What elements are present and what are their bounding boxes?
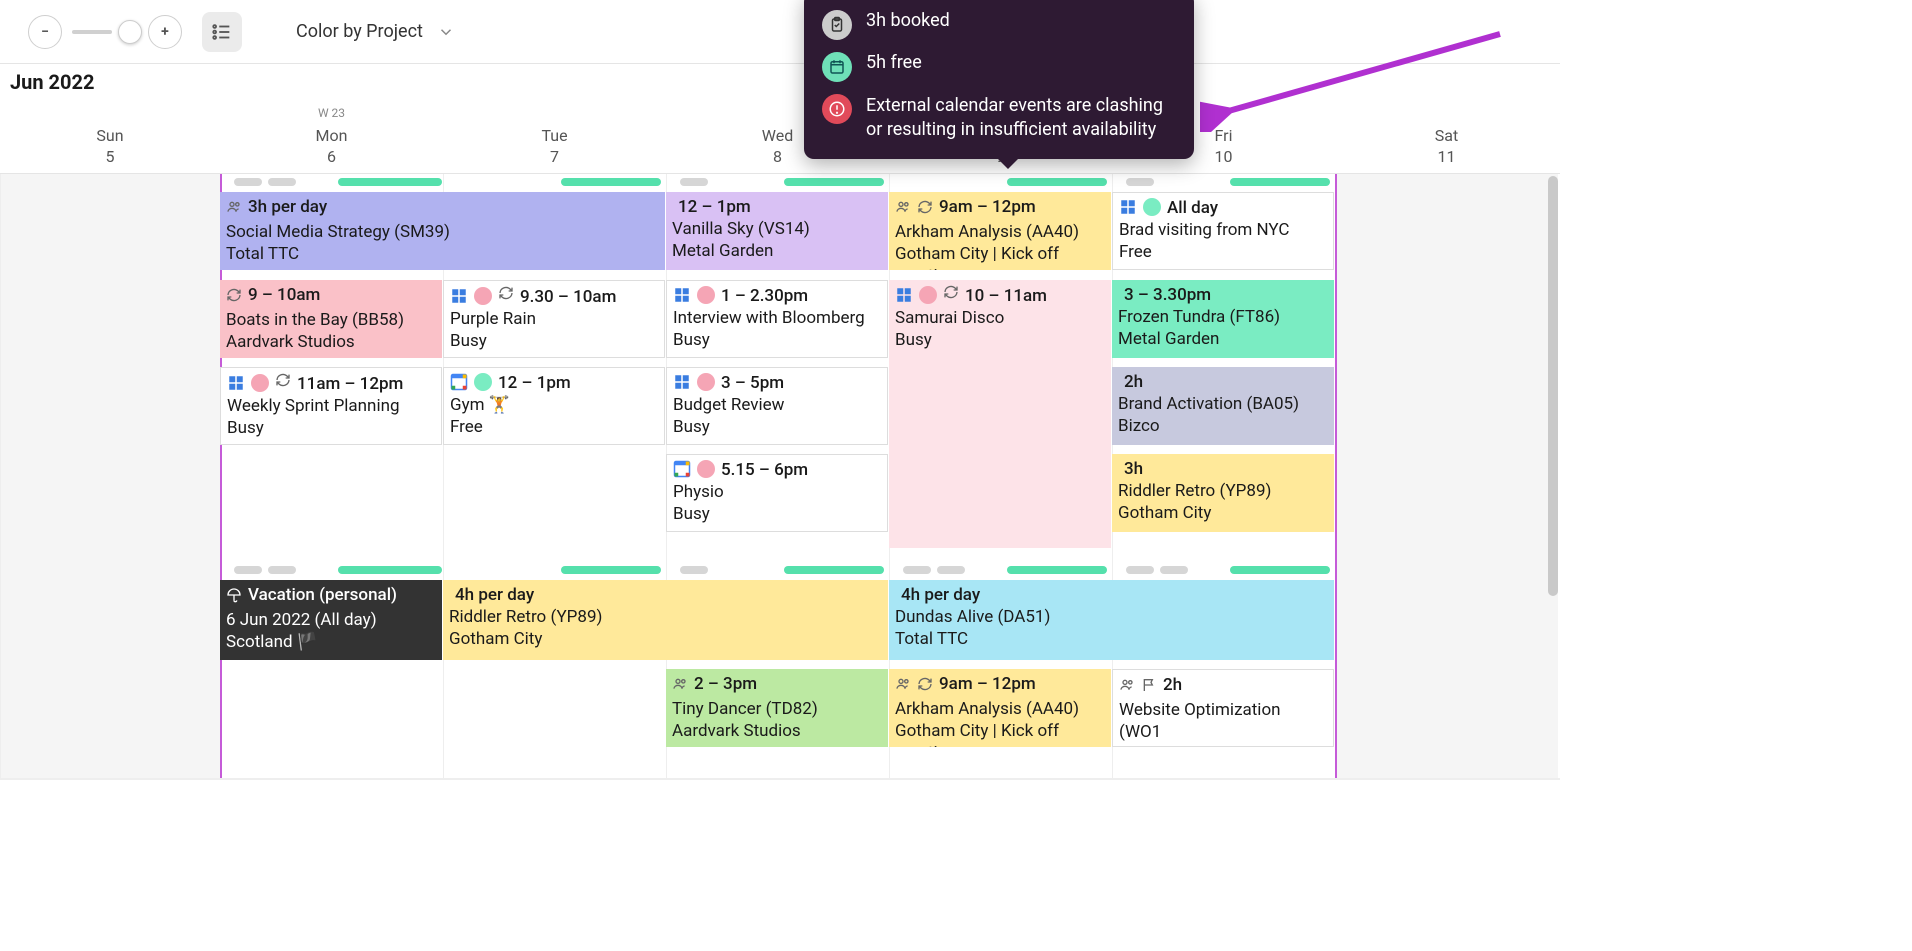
event-td[interactable]: 2 – 3pmTiny Dancer (TD82)Aardvark Studio…	[666, 669, 888, 747]
col-sun[interactable]	[0, 174, 220, 778]
outlook-icon	[1119, 198, 1137, 216]
event-da[interactable]: 4h per dayDundas Alive (DA51)Total TTC	[889, 580, 1334, 660]
event-vacation[interactable]: Vacation (personal)6 Jun 2022 (All day)S…	[220, 580, 442, 660]
calendar-icon	[822, 52, 852, 82]
availability-tooltip: 3h booked 5h free External calendar even…	[804, 0, 1194, 159]
event-pr[interactable]: 9.30 – 10amPurple RainBusy	[443, 280, 665, 358]
avail-bar	[680, 178, 708, 186]
color-by-dropdown[interactable]: Color by Project	[296, 21, 455, 42]
scheduler-app: − + Color by Project Jun 2022 Sun5W 23Mo…	[0, 0, 1560, 780]
clipboard-icon	[822, 10, 852, 40]
repeat-icon	[498, 285, 514, 307]
people-icon	[672, 676, 688, 698]
status-dot	[697, 286, 715, 304]
scrollbar[interactable]	[1548, 176, 1558, 596]
avail-bar	[338, 566, 442, 574]
avail-bar	[903, 566, 931, 574]
chevron-down-icon	[437, 23, 455, 41]
tooltip-warning: External calendar events are clashing or…	[866, 94, 1172, 143]
gcal-icon	[673, 460, 691, 478]
avail-bar	[1007, 566, 1107, 574]
avail-bar	[561, 178, 661, 186]
event-brad[interactable]: All dayBrad visiting from NYCFree	[1112, 192, 1334, 270]
zoom-slider-track[interactable]	[72, 30, 112, 34]
calendar-grid: 3h per daySocial Media Strategy (SM39)To…	[0, 174, 1560, 778]
tooltip-booked: 3h booked	[866, 10, 950, 31]
flag-icon	[1141, 677, 1157, 699]
status-dot	[697, 460, 715, 478]
avail-bar	[338, 178, 442, 186]
alert-icon	[822, 94, 852, 124]
color-by-label: Color by Project	[296, 21, 423, 42]
avail-bar	[268, 178, 296, 186]
event-intv[interactable]: 1 – 2.30pmInterview with BloombergBusy	[666, 280, 888, 358]
repeat-icon	[275, 372, 291, 394]
repeat-icon	[917, 676, 933, 698]
outlook-icon	[673, 373, 691, 391]
zoom-in-button[interactable]: +	[148, 15, 182, 49]
zoom-out-button[interactable]: −	[28, 15, 62, 49]
avail-bar	[680, 566, 708, 574]
event-aa[interactable]: 9am – 12pmArkham Analysis (AA40)Gotham C…	[889, 192, 1111, 270]
gcal-icon	[450, 373, 468, 391]
annotation-arrow	[1200, 22, 1510, 132]
avail-bar	[1126, 178, 1154, 186]
zoom-slider-knob[interactable]	[118, 20, 142, 44]
people-icon	[226, 199, 242, 221]
event-rr-fri[interactable]: 3hRiddler Retro (YP89)Gotham City	[1112, 454, 1334, 532]
status-dot	[1143, 198, 1161, 216]
event-budget[interactable]: 3 – 5pmBudget ReviewBusy	[666, 367, 888, 445]
tooltip-free: 5h free	[866, 52, 922, 73]
repeat-icon	[943, 284, 959, 306]
event-ba[interactable]: 2hBrand Activation (BA05)Bizco	[1112, 367, 1334, 445]
status-dot	[474, 373, 492, 391]
event-gym[interactable]: 12 – 1pmGym 🏋️Free	[443, 367, 665, 445]
repeat-icon	[917, 199, 933, 221]
list-view-button[interactable]	[202, 12, 242, 52]
event-wsp[interactable]: 11am – 12pmWeekly Sprint PlanningBusy	[220, 367, 442, 445]
people-icon	[895, 199, 911, 221]
day-header-sun[interactable]: Sun5	[0, 102, 220, 172]
avail-bar	[268, 566, 296, 574]
col-sat[interactable]	[1335, 174, 1558, 778]
avail-bar	[1007, 178, 1107, 186]
outlook-icon	[227, 374, 245, 392]
event-sms[interactable]: 3h per daySocial Media Strategy (SM39)To…	[220, 192, 665, 270]
status-dot	[697, 373, 715, 391]
avail-bar	[1126, 566, 1154, 574]
avail-bar	[234, 566, 262, 574]
repeat-icon	[226, 287, 242, 309]
month-label: Jun 2022	[10, 70, 94, 94]
status-dot	[474, 287, 492, 305]
event-aa-r2[interactable]: 9am – 12pmArkham Analysis (AA40)Gotham C…	[889, 669, 1111, 747]
status-dot	[919, 286, 937, 304]
event-vs[interactable]: 12 – 1pmVanilla Sky (VS14)Metal Garden	[666, 192, 888, 270]
avail-bar	[234, 178, 262, 186]
day-header-tue[interactable]: Tue7	[443, 102, 666, 172]
avail-bar	[1230, 178, 1330, 186]
avail-bar	[784, 566, 884, 574]
outlook-icon	[673, 286, 691, 304]
outlook-icon	[450, 287, 468, 305]
people-icon	[1119, 677, 1135, 699]
busy-block-thu[interactable]: 10 – 11amSamurai DiscoBusy	[889, 280, 1111, 548]
avail-bar	[1160, 566, 1188, 574]
event-rr-span[interactable]: 4h per dayRiddler Retro (YP89)Gotham Cit…	[443, 580, 888, 660]
vacation-icon	[226, 587, 242, 609]
day-header-mon[interactable]: W 23Mon6	[220, 102, 443, 172]
avail-bar	[1230, 566, 1330, 574]
people-icon	[895, 676, 911, 698]
avail-bar	[937, 566, 965, 574]
event-ft[interactable]: 3 – 3.30pmFrozen Tundra (FT86)Metal Gard…	[1112, 280, 1334, 358]
avail-bar	[561, 566, 661, 574]
event-wo[interactable]: 2hWebsite Optimization (WO1Metal Garden	[1112, 669, 1334, 747]
avail-bar	[784, 178, 884, 186]
status-dot	[251, 374, 269, 392]
outlook-icon	[895, 286, 913, 304]
event-physio[interactable]: 5.15 – 6pmPhysioBusy	[666, 454, 888, 532]
event-boats[interactable]: 9 – 10amBoats in the Bay (BB58)Aardvark …	[220, 280, 442, 358]
